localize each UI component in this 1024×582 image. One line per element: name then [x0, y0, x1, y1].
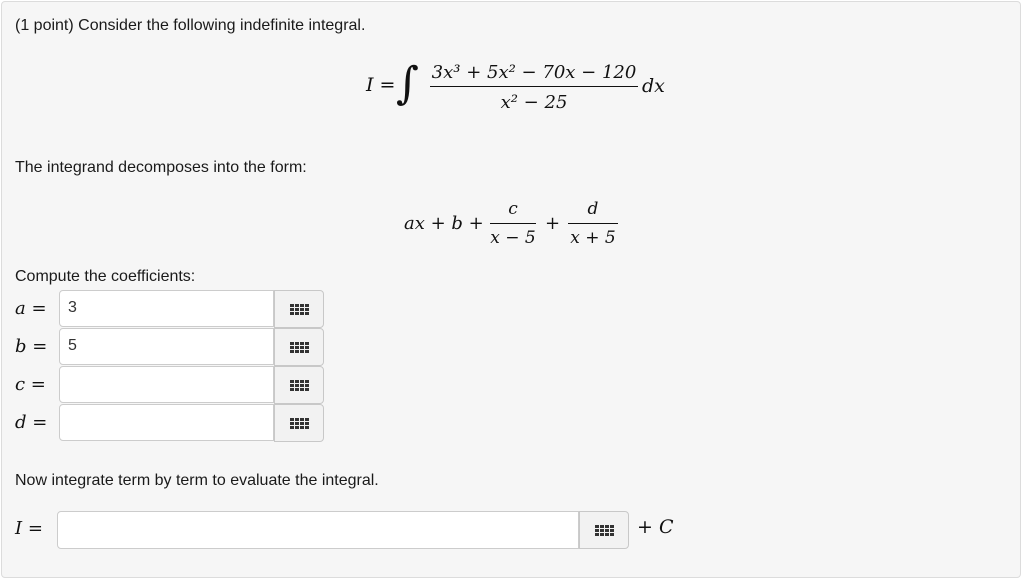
- equation-editor-grid-icon: [594, 524, 614, 536]
- answer-palette-button[interactable]: [579, 511, 629, 549]
- coef-c-label: c =: [15, 374, 46, 395]
- decomp-c-numerator: c: [508, 199, 518, 219]
- decomp-d-bar: [568, 223, 618, 224]
- problem-intro: (1 point) Consider the following indefin…: [15, 17, 366, 34]
- coef-b-label: b =: [15, 336, 48, 357]
- integral-numerator: 3x³ + 5x² − 70x − 120: [431, 62, 637, 83]
- integral-lhs: I =: [366, 74, 396, 96]
- coef-d-label: d =: [15, 412, 48, 433]
- coef-d-input[interactable]: [59, 404, 274, 441]
- coef-c-input[interactable]: [59, 366, 274, 403]
- answer-label: I =: [15, 518, 43, 539]
- decomp-d-denominator: x + 5: [570, 228, 616, 248]
- decomp-c-bar: [490, 223, 536, 224]
- equation-editor-grid-icon: [289, 341, 309, 353]
- coef-c-palette-button[interactable]: [274, 366, 324, 404]
- coef-a-input[interactable]: 3: [59, 290, 274, 327]
- integral-differential: dx: [642, 75, 665, 97]
- integrate-text: Now integrate term by term to evaluate t…: [15, 472, 379, 489]
- problem-panel: (1 point) Consider the following indefin…: [1, 1, 1021, 578]
- decomp-c-denominator: x − 5: [490, 228, 536, 248]
- answer-suffix: + C: [637, 516, 674, 538]
- answer-input[interactable]: [57, 511, 579, 549]
- equation-editor-grid-icon: [289, 379, 309, 391]
- integral-fraction-bar: [430, 86, 638, 87]
- equation-editor-grid-icon: [289, 417, 309, 429]
- equation-editor-grid-icon: [289, 303, 309, 315]
- decomp-plus: +: [545, 213, 561, 234]
- decomp-lead: ax + b +: [404, 213, 484, 234]
- coef-d-palette-button[interactable]: [274, 404, 324, 442]
- coef-a-label: a =: [15, 298, 47, 319]
- integral-sign: ∫: [396, 58, 419, 109]
- integral-denominator: x² − 25: [500, 92, 568, 113]
- coef-a-palette-button[interactable]: [274, 290, 324, 328]
- decomp-d-numerator: d: [587, 199, 599, 219]
- form-text: The integrand decomposes into the form:: [15, 159, 307, 176]
- coef-b-palette-button[interactable]: [274, 328, 324, 366]
- answer-suffix-text: + C: [637, 516, 674, 538]
- compute-text: Compute the coefficients:: [15, 268, 196, 285]
- coef-b-input[interactable]: 5: [59, 328, 274, 365]
